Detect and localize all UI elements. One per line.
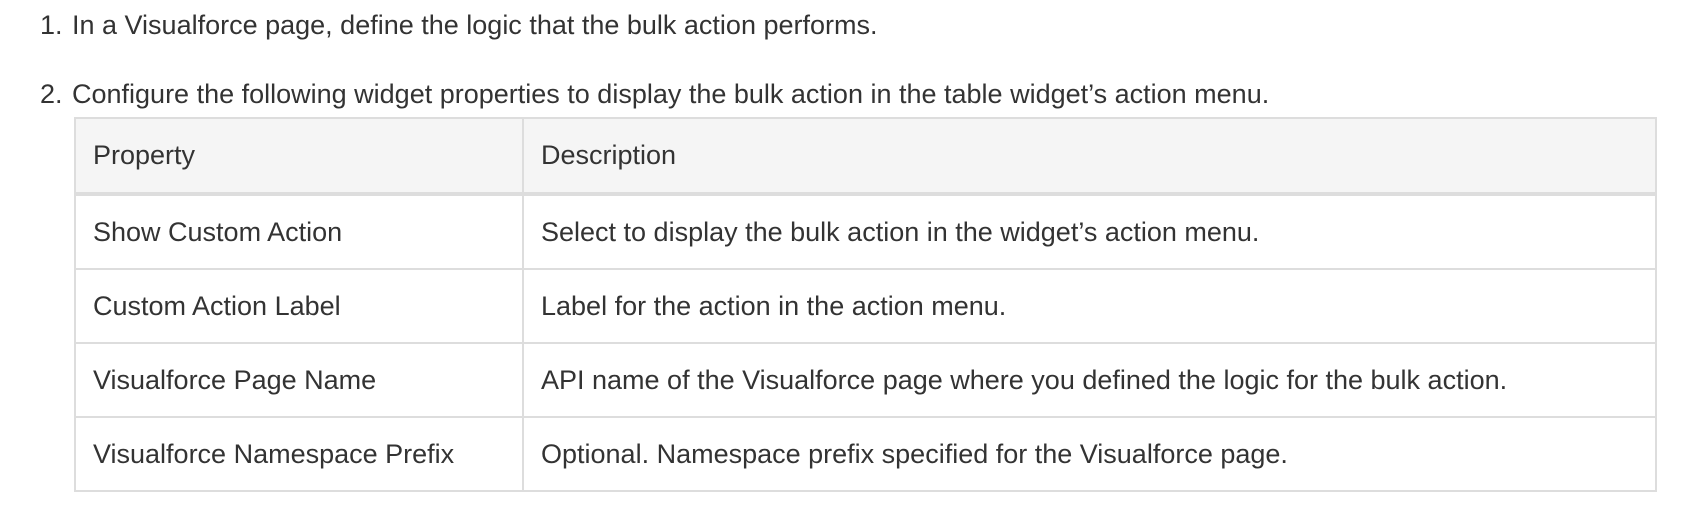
widget-properties-table: Property Description Show Custom Action … bbox=[74, 117, 1657, 492]
description-cell: Optional. Namespace prefix specified for… bbox=[522, 416, 1657, 492]
table-row: Visualforce Page Name API name of the Vi… bbox=[74, 342, 1657, 418]
step-item-1: 1. In a Visualforce page, define the logi… bbox=[40, 8, 878, 42]
table-header: Property Description bbox=[74, 117, 1657, 196]
property-cell: Visualforce Namespace Prefix bbox=[74, 416, 524, 492]
step-number: 2. bbox=[40, 79, 63, 109]
table-row: Custom Action Label Label for the action… bbox=[74, 268, 1657, 344]
step-text: In a Visualforce page, define the logic … bbox=[72, 10, 878, 40]
property-cell: Visualforce Page Name bbox=[74, 342, 524, 418]
step-item-2: 2. Configure the following widget propert… bbox=[40, 77, 1269, 111]
column-header-property: Property bbox=[74, 117, 524, 196]
description-cell: API name of the Visualforce page where y… bbox=[522, 342, 1657, 418]
property-cell: Custom Action Label bbox=[74, 268, 524, 344]
column-header-description: Description bbox=[522, 117, 1657, 196]
table-row: Visualforce Namespace Prefix Optional. N… bbox=[74, 416, 1657, 492]
step-number: 1. bbox=[40, 10, 63, 40]
property-cell: Show Custom Action bbox=[74, 193, 524, 270]
table-row: Show Custom Action Select to display the… bbox=[74, 193, 1657, 270]
table-header-row: Property Description bbox=[74, 117, 1657, 196]
description-cell: Select to display the bulk action in the… bbox=[522, 193, 1657, 270]
step-text: Configure the following widget propertie… bbox=[72, 79, 1270, 109]
document-page: 1. In a Visualforce page, define the logi… bbox=[0, 0, 1692, 516]
table-body: Show Custom Action Select to display the… bbox=[74, 193, 1657, 492]
description-cell: Label for the action in the action menu. bbox=[522, 268, 1657, 344]
